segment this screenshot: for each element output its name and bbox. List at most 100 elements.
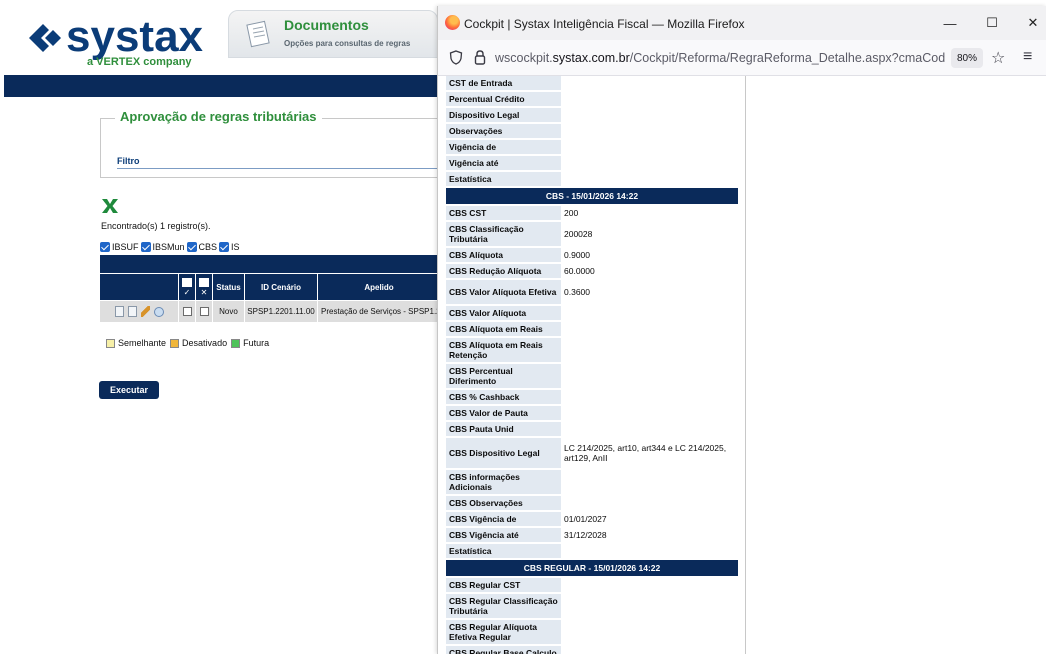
filter-divider xyxy=(117,168,440,169)
bookmark-star-icon[interactable]: ☆ xyxy=(991,48,1005,68)
is-checkbox[interactable] xyxy=(219,242,230,252)
detail-label: CBS Vigência de xyxy=(446,512,561,526)
execute-button[interactable]: Executar xyxy=(99,381,159,399)
cbs-section-header: CBS - 15/01/2026 14:22 xyxy=(446,188,738,204)
detail-value: 0.3600 xyxy=(564,287,590,297)
table-title-bar xyxy=(100,255,440,273)
table-header: ✓ ✕ Status ID Cenário Apelido xyxy=(100,274,440,300)
disabled-label: Desativado xyxy=(182,338,228,348)
detail-value xyxy=(561,322,738,336)
detail-row: Observações xyxy=(446,124,738,138)
detail-label: CBS Alíquota em Reais Retenção xyxy=(446,338,561,362)
row-scenario-id: SPSP1.2201.11.00 xyxy=(245,301,318,322)
detail-value xyxy=(561,578,738,592)
systax-logo-subtext: a VERTEX company xyxy=(87,56,192,68)
close-button[interactable]: ✕ xyxy=(1018,12,1046,34)
zoom-indicator[interactable]: 80% xyxy=(951,48,984,68)
detail-value xyxy=(561,306,738,320)
detail-value xyxy=(561,140,738,154)
detail-label: CBS CST xyxy=(446,206,561,220)
detail-value xyxy=(561,92,738,106)
ibsuf-label: IBSUF xyxy=(112,242,139,252)
ibsuf-checkbox[interactable] xyxy=(100,242,110,252)
hamburger-menu-icon[interactable]: ≡ xyxy=(1023,48,1032,66)
lock-icon[interactable] xyxy=(473,49,487,66)
edit-icon[interactable] xyxy=(140,306,150,317)
general-section: CST de Entrada Percentual Crédito Disposit… xyxy=(446,76,738,186)
document-icon xyxy=(246,20,270,48)
row-status: Novo xyxy=(213,301,245,322)
scenario-id-header[interactable]: ID Cenário xyxy=(245,274,318,300)
detail-label: CBS Valor de Pauta xyxy=(446,406,561,420)
table-row[interactable]: Novo SPSP1.2201.11.00 Prestação de Servi… xyxy=(100,301,440,322)
documents-tab-subtitle: Opções para consultas de regras xyxy=(284,39,411,48)
cbs-regular-section-header: CBS REGULAR - 15/01/2026 14:22 xyxy=(446,560,738,576)
detail-label: CBS Regular CST xyxy=(446,578,561,592)
documents-tab[interactable]: Documentos Opções para consultas de regr… xyxy=(228,10,438,58)
maximize-button[interactable]: ☐ xyxy=(977,12,1007,34)
cbs-section: CBS CST 200 CBS Classificação Tributária 20… xyxy=(446,206,738,558)
detail-row: CBS Pauta Unid xyxy=(446,422,738,436)
approve-checkbox[interactable] xyxy=(182,307,192,316)
detail-row: CBS Valor Alíquota xyxy=(446,306,738,320)
reject-all-header[interactable]: ✕ xyxy=(196,274,213,300)
url-domain: systax.com.br xyxy=(552,51,630,65)
detail-value: 0.9000 xyxy=(564,250,590,260)
detail-row: Percentual Crédito xyxy=(446,92,738,106)
detail-row: CBS Regular Alíquota Efetiva Regular xyxy=(446,620,738,644)
url-field[interactable]: wscockpit.systax.com.br/Cockpit/Reforma/… xyxy=(495,51,945,65)
cbs-checkbox[interactable] xyxy=(186,242,197,252)
detail-value: 60.0000 xyxy=(564,266,595,276)
row-alias: Prestação de Serviços - SPSP1.2 xyxy=(321,307,440,316)
excel-export-icon[interactable] xyxy=(101,197,119,215)
tax-filter-checkboxes: IBSUF IBSMun CBS IS xyxy=(100,242,240,252)
cbs-regular-section: CBS Regular CST CBS Regular Classificação… xyxy=(446,578,738,654)
ibsmun-checkbox[interactable] xyxy=(140,242,151,252)
detail-value: 01/01/2027 xyxy=(564,514,607,524)
detail-row: CBS Dispositivo Legal LC 214/2025, art10,… xyxy=(446,438,738,468)
disabled-swatch xyxy=(170,338,180,348)
detail-value xyxy=(561,406,738,420)
detail-row: CBS Regular CST xyxy=(446,578,738,592)
detail-row: CBS Vigência de 01/01/2027 xyxy=(446,512,738,526)
firefox-titlebar[interactable]: Cockpit | Systax Inteligência Fiscal — M… xyxy=(438,6,1046,40)
detail-value xyxy=(561,76,738,90)
detail-value xyxy=(561,470,738,494)
detail-row: CBS CST 200 xyxy=(446,206,738,220)
detail-value xyxy=(561,390,738,404)
detail-label: CBS Vigência até xyxy=(446,528,561,542)
detail-label: CBS Alíquota em Reais xyxy=(446,322,561,336)
status-header[interactable]: Status xyxy=(213,274,245,300)
detail-row: CBS Vigência até 31/12/2028 xyxy=(446,528,738,542)
status-legend: Semelhante Desativado Futura xyxy=(106,338,269,348)
detail-label: CBS Redução Alíquota xyxy=(446,264,561,278)
future-swatch xyxy=(231,338,241,348)
vp-icon[interactable] xyxy=(153,306,164,317)
filter-toggle[interactable]: Filtro xyxy=(117,156,140,166)
detail-value xyxy=(561,544,738,558)
detail-row: Estatística xyxy=(446,544,738,558)
detail-row: CBS Valor de Pauta xyxy=(446,406,738,420)
address-bar: wscockpit.systax.com.br/Cockpit/Reforma/… xyxy=(438,40,1046,76)
detail-value xyxy=(561,124,738,138)
detail-value: LC 214/2025, art10, art344 e LC 214/2025… xyxy=(564,443,727,463)
approve-all-header[interactable]: ✓ xyxy=(179,274,196,300)
search-document-icon[interactable] xyxy=(127,306,137,317)
detail-row: CBS % Cashback xyxy=(446,390,738,404)
detail-row: CBS Observações xyxy=(446,496,738,510)
detail-value xyxy=(561,172,738,186)
copy-icon[interactable] xyxy=(114,306,124,317)
detail-label: Estatística xyxy=(446,544,561,558)
reject-checkbox[interactable] xyxy=(199,307,209,316)
detail-label: CBS % Cashback xyxy=(446,390,561,404)
detail-value xyxy=(561,422,738,436)
detail-value xyxy=(561,364,738,388)
detail-value xyxy=(561,496,738,510)
actions-header xyxy=(100,274,179,300)
detail-row: CST de Entrada xyxy=(446,76,738,90)
minimize-button[interactable]: — xyxy=(935,12,965,34)
detail-row: CBS Regular Base Calculo Regular xyxy=(446,646,738,654)
tracking-protection-icon[interactable] xyxy=(449,50,463,65)
alias-header[interactable]: Apelido xyxy=(318,274,440,300)
is-label: IS xyxy=(231,242,240,252)
